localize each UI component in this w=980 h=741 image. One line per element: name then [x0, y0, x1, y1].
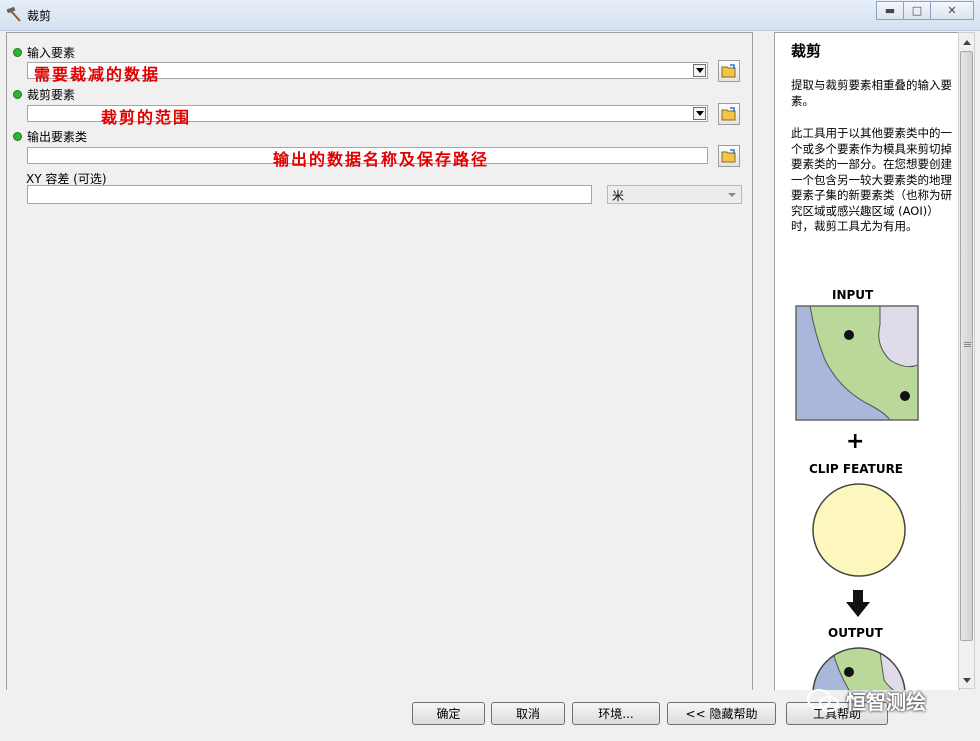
chevron-down-icon[interactable]	[693, 107, 706, 120]
open-folder-icon	[721, 107, 736, 121]
input-features-browse-button[interactable]	[718, 60, 740, 82]
help-summary: 提取与裁剪要素相重叠的输入要素。	[791, 78, 952, 108]
chevron-up-icon	[962, 39, 971, 45]
chevron-down-icon	[728, 193, 736, 197]
figure-plus-sign: +	[846, 429, 865, 454]
clip-tool-dialog: 裁剪 ▬ □ ✕ 输入要素 需要裁减的数据 裁剪要素 裁剪的范围 输出要素类 输…	[0, 0, 980, 741]
wechat-icon	[807, 688, 839, 712]
help-description: 此工具用于以其他要素类中的一个或多个要素作为模具来剪切掉要素类的一部分。在您想要…	[791, 126, 952, 233]
output-feature-class-field[interactable]: 输出的数据名称及保存路径	[27, 147, 708, 169]
environments-button[interactable]: 环境...	[572, 702, 660, 725]
output-feature-class-label: 输出要素类	[27, 130, 88, 144]
output-features-diagram	[812, 647, 906, 690]
close-icon: ✕	[947, 4, 957, 17]
figure-input-label: INPUT	[832, 288, 874, 302]
clip-features-combobox[interactable]: 裁剪的范围	[27, 105, 708, 127]
clip-features-browse-button[interactable]	[718, 103, 740, 125]
figure-clip-label: CLIP FEATURE	[809, 462, 904, 476]
output-feature-class-browse-button[interactable]	[718, 145, 740, 167]
open-folder-icon	[721, 64, 736, 78]
clip-features-label: 裁剪要素	[27, 88, 76, 102]
cancel-button[interactable]: 取消	[491, 702, 565, 725]
input-features-label: 输入要素	[27, 46, 76, 60]
figure-output-label: OUTPUT	[828, 626, 883, 640]
open-folder-icon	[721, 149, 736, 163]
help-scrollbar[interactable]	[958, 32, 975, 689]
minimize-button[interactable]: ▬	[876, 1, 904, 20]
scroll-up-button[interactable]	[959, 34, 974, 50]
hide-help-button[interactable]: << 隐藏帮助	[667, 702, 776, 725]
arrow-down-icon	[846, 590, 870, 617]
xy-tolerance-unit-value: 米	[612, 189, 625, 203]
xy-tolerance-unit-select[interactable]: 米	[607, 185, 742, 204]
ok-button[interactable]: 确定	[412, 702, 485, 725]
watermark-text: 恒智测绘	[846, 690, 926, 714]
scrollbar-thumb[interactable]	[960, 51, 973, 641]
required-indicator-icon	[13, 90, 22, 99]
parameters-pane: 输入要素 需要裁减的数据 裁剪要素 裁剪的范围 输出要素类 输出的数据名称及保存…	[6, 32, 753, 691]
chevron-down-icon	[962, 677, 971, 683]
input-features-label-row: 输入要素	[13, 44, 75, 61]
required-indicator-icon	[13, 132, 22, 141]
title-bar: 裁剪 ▬ □ ✕	[0, 0, 980, 31]
clip-feature-circle-diagram	[812, 483, 906, 577]
chevron-down-icon[interactable]	[693, 64, 706, 77]
required-indicator-icon	[13, 48, 22, 57]
minimize-icon: ▬	[884, 4, 896, 17]
help-pane: 裁剪 提取与裁剪要素相重叠的输入要素。 此工具用于以其他要素类中的一个或多个要素…	[774, 32, 960, 691]
input-features-combobox[interactable]: 需要裁减的数据	[27, 62, 708, 84]
input-features-annotation: 需要裁减的数据	[34, 65, 161, 84]
output-feature-class-label-row: 输出要素类	[13, 128, 87, 145]
close-button[interactable]: ✕	[930, 1, 974, 20]
help-title: 裁剪	[791, 42, 822, 60]
window-title: 裁剪	[27, 9, 52, 23]
clip-features-annotation: 裁剪的范围	[101, 108, 192, 127]
hammer-icon	[6, 6, 21, 22]
maximize-button[interactable]: □	[903, 1, 931, 20]
scroll-down-button[interactable]	[959, 672, 974, 688]
input-features-diagram	[795, 305, 919, 421]
xy-tolerance-input[interactable]	[27, 185, 592, 204]
maximize-icon: □	[911, 4, 923, 17]
output-feature-class-annotation: 输出的数据名称及保存路径	[273, 150, 490, 169]
watermark: 恒智测绘	[806, 686, 926, 715]
clip-features-label-row: 裁剪要素	[13, 86, 75, 103]
